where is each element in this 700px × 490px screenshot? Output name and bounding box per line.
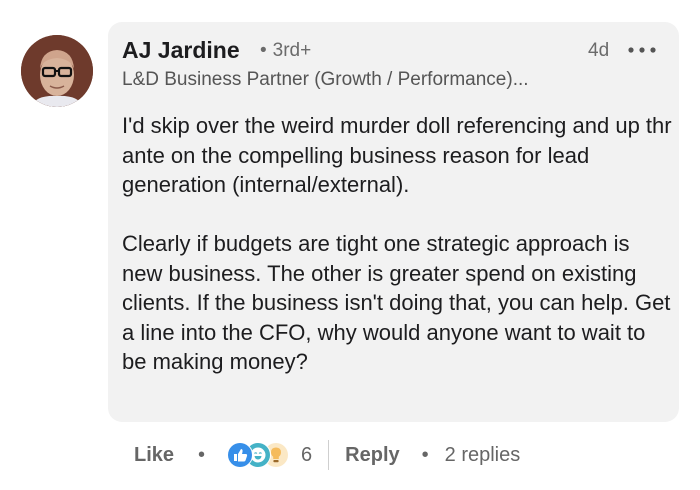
comment-actions: Like • 6 Reply • 2 replies: [134, 440, 520, 470]
action-separator: •: [421, 443, 429, 466]
action-separator: •: [198, 443, 206, 466]
comment-body: I'd skip over the weird murder doll refe…: [122, 111, 672, 377]
reply-button[interactable]: Reply: [345, 444, 399, 467]
author-avatar[interactable]: [21, 35, 93, 107]
connection-degree: • 3rd+: [260, 38, 311, 64]
comment-paragraph: Clearly if budgets are tight one strateg…: [122, 231, 671, 374]
like-button[interactable]: Like: [134, 444, 174, 467]
degree-label: 3rd+: [272, 40, 312, 61]
comment-timestamp: 4d: [588, 40, 610, 61]
avatar-photo: [21, 35, 93, 107]
reaction-count[interactable]: 6: [301, 444, 312, 467]
degree-separator: •: [260, 40, 267, 61]
action-divider: [328, 440, 330, 470]
author-name[interactable]: AJ Jardine: [122, 36, 240, 64]
author-headline: L&D Business Partner (Growth / Performan…: [122, 69, 529, 90]
view-replies-link[interactable]: 2 replies: [445, 444, 521, 467]
like-reaction-icon: [227, 442, 254, 468]
comment-paragraph: I'd skip over the weird murder doll refe…: [122, 113, 672, 197]
reactions-summary[interactable]: [227, 442, 293, 468]
ellipsis-icon: [628, 47, 656, 53]
more-options-button[interactable]: [626, 43, 658, 57]
